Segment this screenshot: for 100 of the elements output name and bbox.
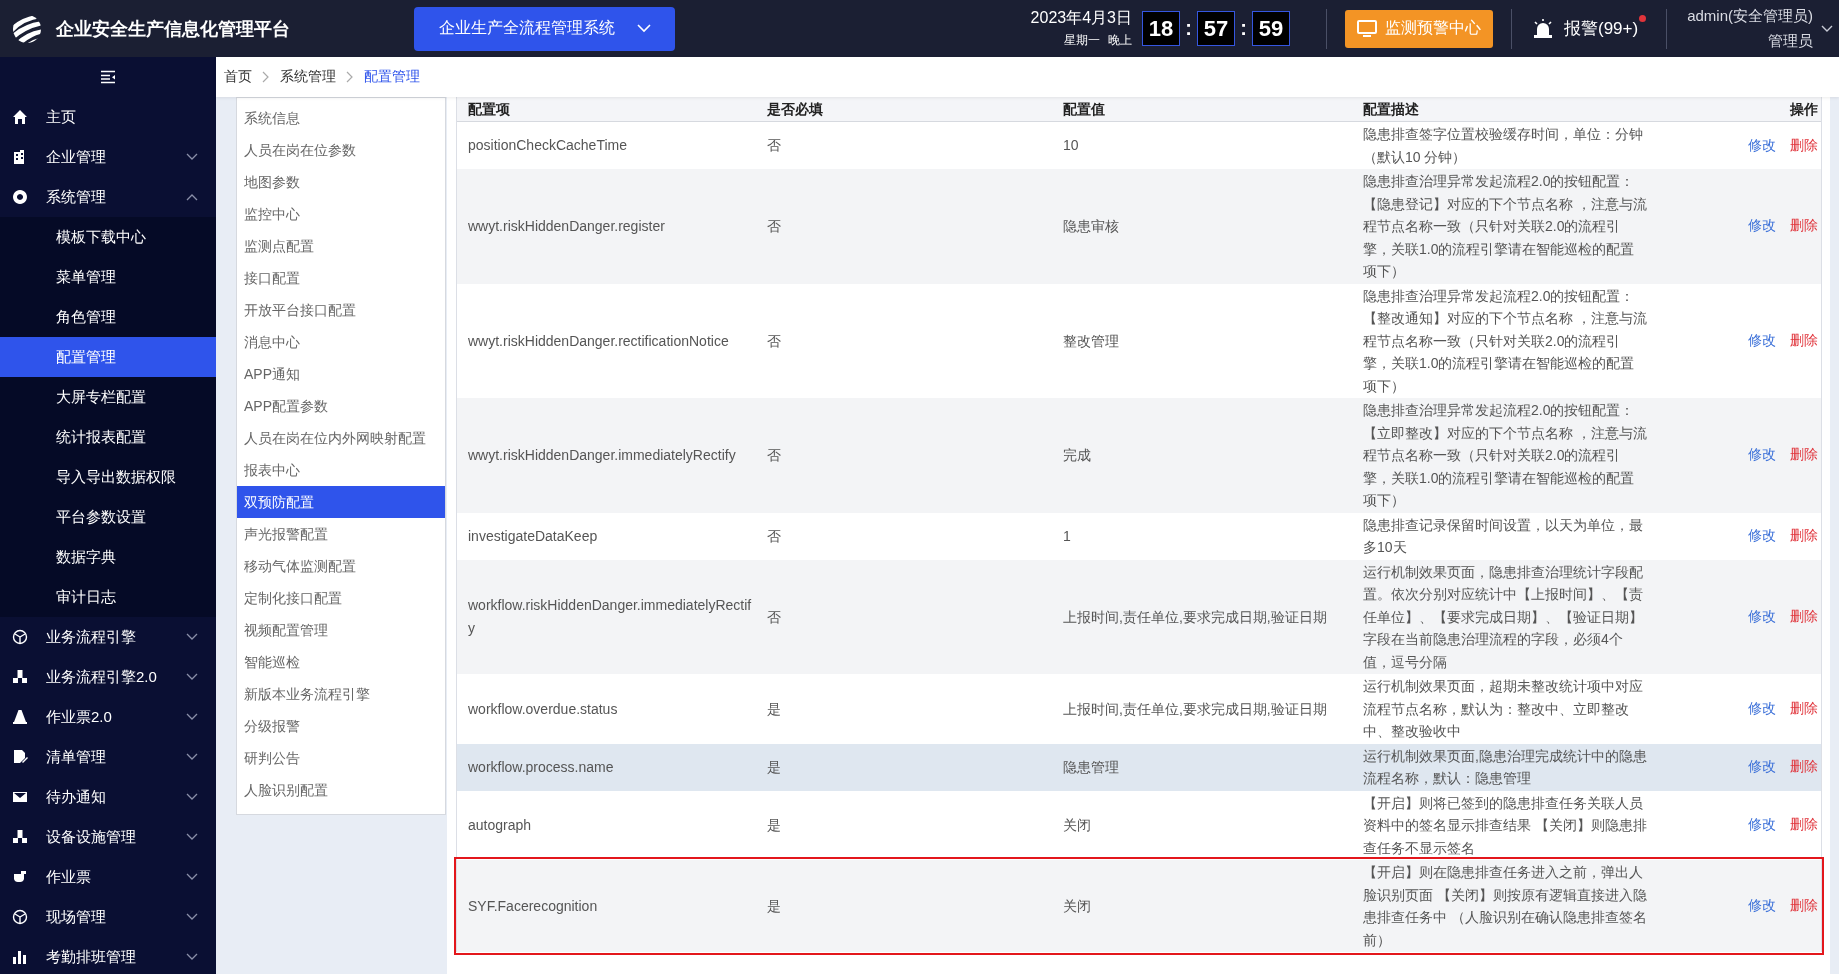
- edit-link[interactable]: 修改: [1748, 897, 1776, 915]
- edit-link[interactable]: 修改: [1748, 607, 1776, 626]
- config-nav-item[interactable]: 接口配置: [237, 262, 445, 294]
- chevron-down-icon: [186, 753, 198, 761]
- sidebar-item[interactable]: 考勤排班管理: [0, 937, 216, 974]
- menu-icon[interactable]: [100, 70, 116, 84]
- sidebar-subitem[interactable]: 导入导出数据权限: [0, 457, 216, 497]
- config-nav-item[interactable]: APP配置参数: [237, 390, 445, 422]
- cone-icon: [12, 709, 28, 725]
- sidebar-subitem[interactable]: 平台参数设置: [0, 497, 216, 537]
- config-nav-item[interactable]: 人员在岗在位参数: [237, 134, 445, 166]
- delete-link[interactable]: 删除: [1790, 446, 1818, 465]
- config-nav-item[interactable]: 移动气体监测配置: [237, 550, 445, 582]
- table-cell-text: 否: [766, 136, 782, 156]
- config-nav-item[interactable]: 报表中心: [237, 454, 445, 486]
- period-text: 晚上: [1107, 32, 1132, 49]
- delete-link[interactable]: 删除: [1790, 527, 1818, 545]
- config-nav-item[interactable]: 人员在岗在位内外网映射配置: [237, 422, 445, 454]
- config-nav-item[interactable]: 人脸识别配置: [237, 774, 445, 806]
- breadcrumb-link[interactable]: 首页: [224, 68, 252, 86]
- table-cell-text: 隐患排查治理异常发起流程2.0的按钮配置：【隐患登记】对应的下个节点名称 ，注意与流程节点名称一致（只针对关联2.0的流程引擎，关联1.0的流程引擎请在智能巡检的配置项下）: [1362, 172, 1648, 281]
- edit-link[interactable]: 修改: [1748, 136, 1776, 155]
- sidebar-subitem[interactable]: 模板下载中心: [0, 217, 216, 257]
- delete-link[interactable]: 删除: [1790, 331, 1818, 350]
- config-nav-item[interactable]: 研判公告: [237, 742, 445, 774]
- sidebar-item[interactable]: 系统管理: [0, 177, 216, 217]
- column-header: 配置描述: [1362, 99, 1420, 119]
- alarm-button[interactable]: 报警(99+): [1529, 17, 1647, 40]
- globe-icon: [12, 909, 28, 925]
- edit-link[interactable]: 修改: [1748, 699, 1776, 718]
- sidebar-item[interactable]: 业务流程引擎2.0: [0, 657, 216, 697]
- table-cell-text: 上报时间,责任单位,要求完成日期,验证日期: [1062, 607, 1328, 627]
- sidebar-subitem[interactable]: 审计日志: [0, 577, 216, 617]
- table-cell-text: investigateDataKeep: [467, 526, 599, 546]
- config-nav-item[interactable]: 消息中心: [237, 326, 445, 358]
- chevron-down-icon: [186, 913, 198, 921]
- delete-link[interactable]: 删除: [1790, 897, 1818, 915]
- config-nav-item[interactable]: 声光报警配置: [237, 518, 445, 550]
- table-cell-text: 隐患管理: [1062, 757, 1120, 777]
- table-cell-text: 运行机制效果页面，超期未整改统计项中对应流程节点名称，默认为：整改中、立即整改中、整改验收中: [1362, 677, 1644, 741]
- config-nav-item[interactable]: 系统信息: [237, 102, 445, 134]
- config-nav-item[interactable]: 双预防配置: [237, 486, 445, 518]
- breadcrumb-link[interactable]: 系统管理: [280, 68, 336, 86]
- config-nav-item[interactable]: 地图参数: [237, 166, 445, 198]
- table-cell-text: 1: [1062, 526, 1072, 546]
- delete-link[interactable]: 删除: [1790, 699, 1818, 718]
- table-cell-text: 整改管理: [1062, 331, 1120, 351]
- logo-icon: [12, 13, 42, 44]
- sidebar-item[interactable]: 作业票2.0: [0, 697, 216, 737]
- config-nav-item[interactable]: APP通知: [237, 358, 445, 390]
- sidebar-subitem[interactable]: 大屏专栏配置: [0, 377, 216, 417]
- table-cell-text: wwyt.riskHiddenDanger.rectificationNotice: [467, 331, 730, 351]
- sidebar-item[interactable]: 设备设施管理: [0, 817, 216, 857]
- sidebar-item[interactable]: 业务流程引擎: [0, 617, 216, 657]
- config-nav-item[interactable]: 开放平台接口配置: [237, 294, 445, 326]
- sidebar-subitem[interactable]: 数据字典: [0, 537, 216, 577]
- delete-link[interactable]: 删除: [1790, 758, 1818, 776]
- edit-link[interactable]: 修改: [1748, 446, 1776, 465]
- edit-link[interactable]: 修改: [1748, 217, 1776, 236]
- breadcrumb-link[interactable]: 配置管理: [364, 68, 420, 86]
- edit-link[interactable]: 修改: [1748, 527, 1776, 545]
- config-nav-item[interactable]: 监测点配置: [237, 230, 445, 262]
- delete-link[interactable]: 删除: [1790, 816, 1818, 835]
- chevron-down-icon[interactable]: [1821, 24, 1833, 33]
- chevron-down-icon: [186, 953, 198, 961]
- edit-link[interactable]: 修改: [1748, 758, 1776, 776]
- table-cell-text: 隐患排查记录保留时间设置，以天为单位，最多10天: [1362, 515, 1644, 557]
- table-cell-text: workflow.process.name: [467, 757, 615, 777]
- table-cell-text: 隐患审核: [1062, 217, 1120, 236]
- sidebar-item[interactable]: 企业管理: [0, 137, 216, 177]
- config-nav-item[interactable]: 智能巡检: [237, 646, 445, 678]
- sidebar-item[interactable]: 作业票: [0, 857, 216, 897]
- sidebar-item[interactable]: 待办通知: [0, 777, 216, 817]
- siren-icon: [1531, 17, 1554, 40]
- sidebar-subitem[interactable]: 配置管理: [0, 337, 216, 377]
- system-dropdown[interactable]: 企业生产全流程管理系统: [414, 6, 675, 51]
- delete-link[interactable]: 删除: [1790, 217, 1818, 236]
- column-header: 配置值: [1062, 99, 1106, 119]
- delete-link[interactable]: 删除: [1790, 136, 1818, 155]
- sidebar-item[interactable]: 主页: [0, 97, 216, 137]
- delete-link[interactable]: 删除: [1790, 607, 1818, 626]
- chevron-down-icon: [186, 713, 198, 721]
- sidebar-subitem[interactable]: 统计报表配置: [0, 417, 216, 457]
- chevron-down-icon: [186, 833, 198, 841]
- sidebar-item[interactable]: 现场管理: [0, 897, 216, 937]
- hierarchy-icon: [12, 669, 28, 685]
- chevron-down-icon: [636, 24, 651, 33]
- sidebar-subitem[interactable]: 菜单管理: [0, 257, 216, 297]
- sidebar-subitem[interactable]: 角色管理: [0, 297, 216, 337]
- table-cell-text: wwyt.riskHiddenDanger.immediatelyRectify: [467, 446, 737, 465]
- config-nav-item[interactable]: 定制化接口配置: [237, 582, 445, 614]
- table-cell-text: 关闭: [1062, 816, 1092, 835]
- edit-link[interactable]: 修改: [1748, 816, 1776, 835]
- config-nav-item[interactable]: 视频配置管理: [237, 614, 445, 646]
- config-nav-item[interactable]: 新版本业务流程引擎: [237, 678, 445, 710]
- sidebar-item[interactable]: 清单管理: [0, 737, 216, 777]
- config-nav-item[interactable]: 分级报警: [237, 710, 445, 742]
- config-nav-item[interactable]: 监控中心: [237, 198, 445, 230]
- edit-link[interactable]: 修改: [1748, 331, 1776, 350]
- chevron-down-icon: [186, 153, 198, 161]
